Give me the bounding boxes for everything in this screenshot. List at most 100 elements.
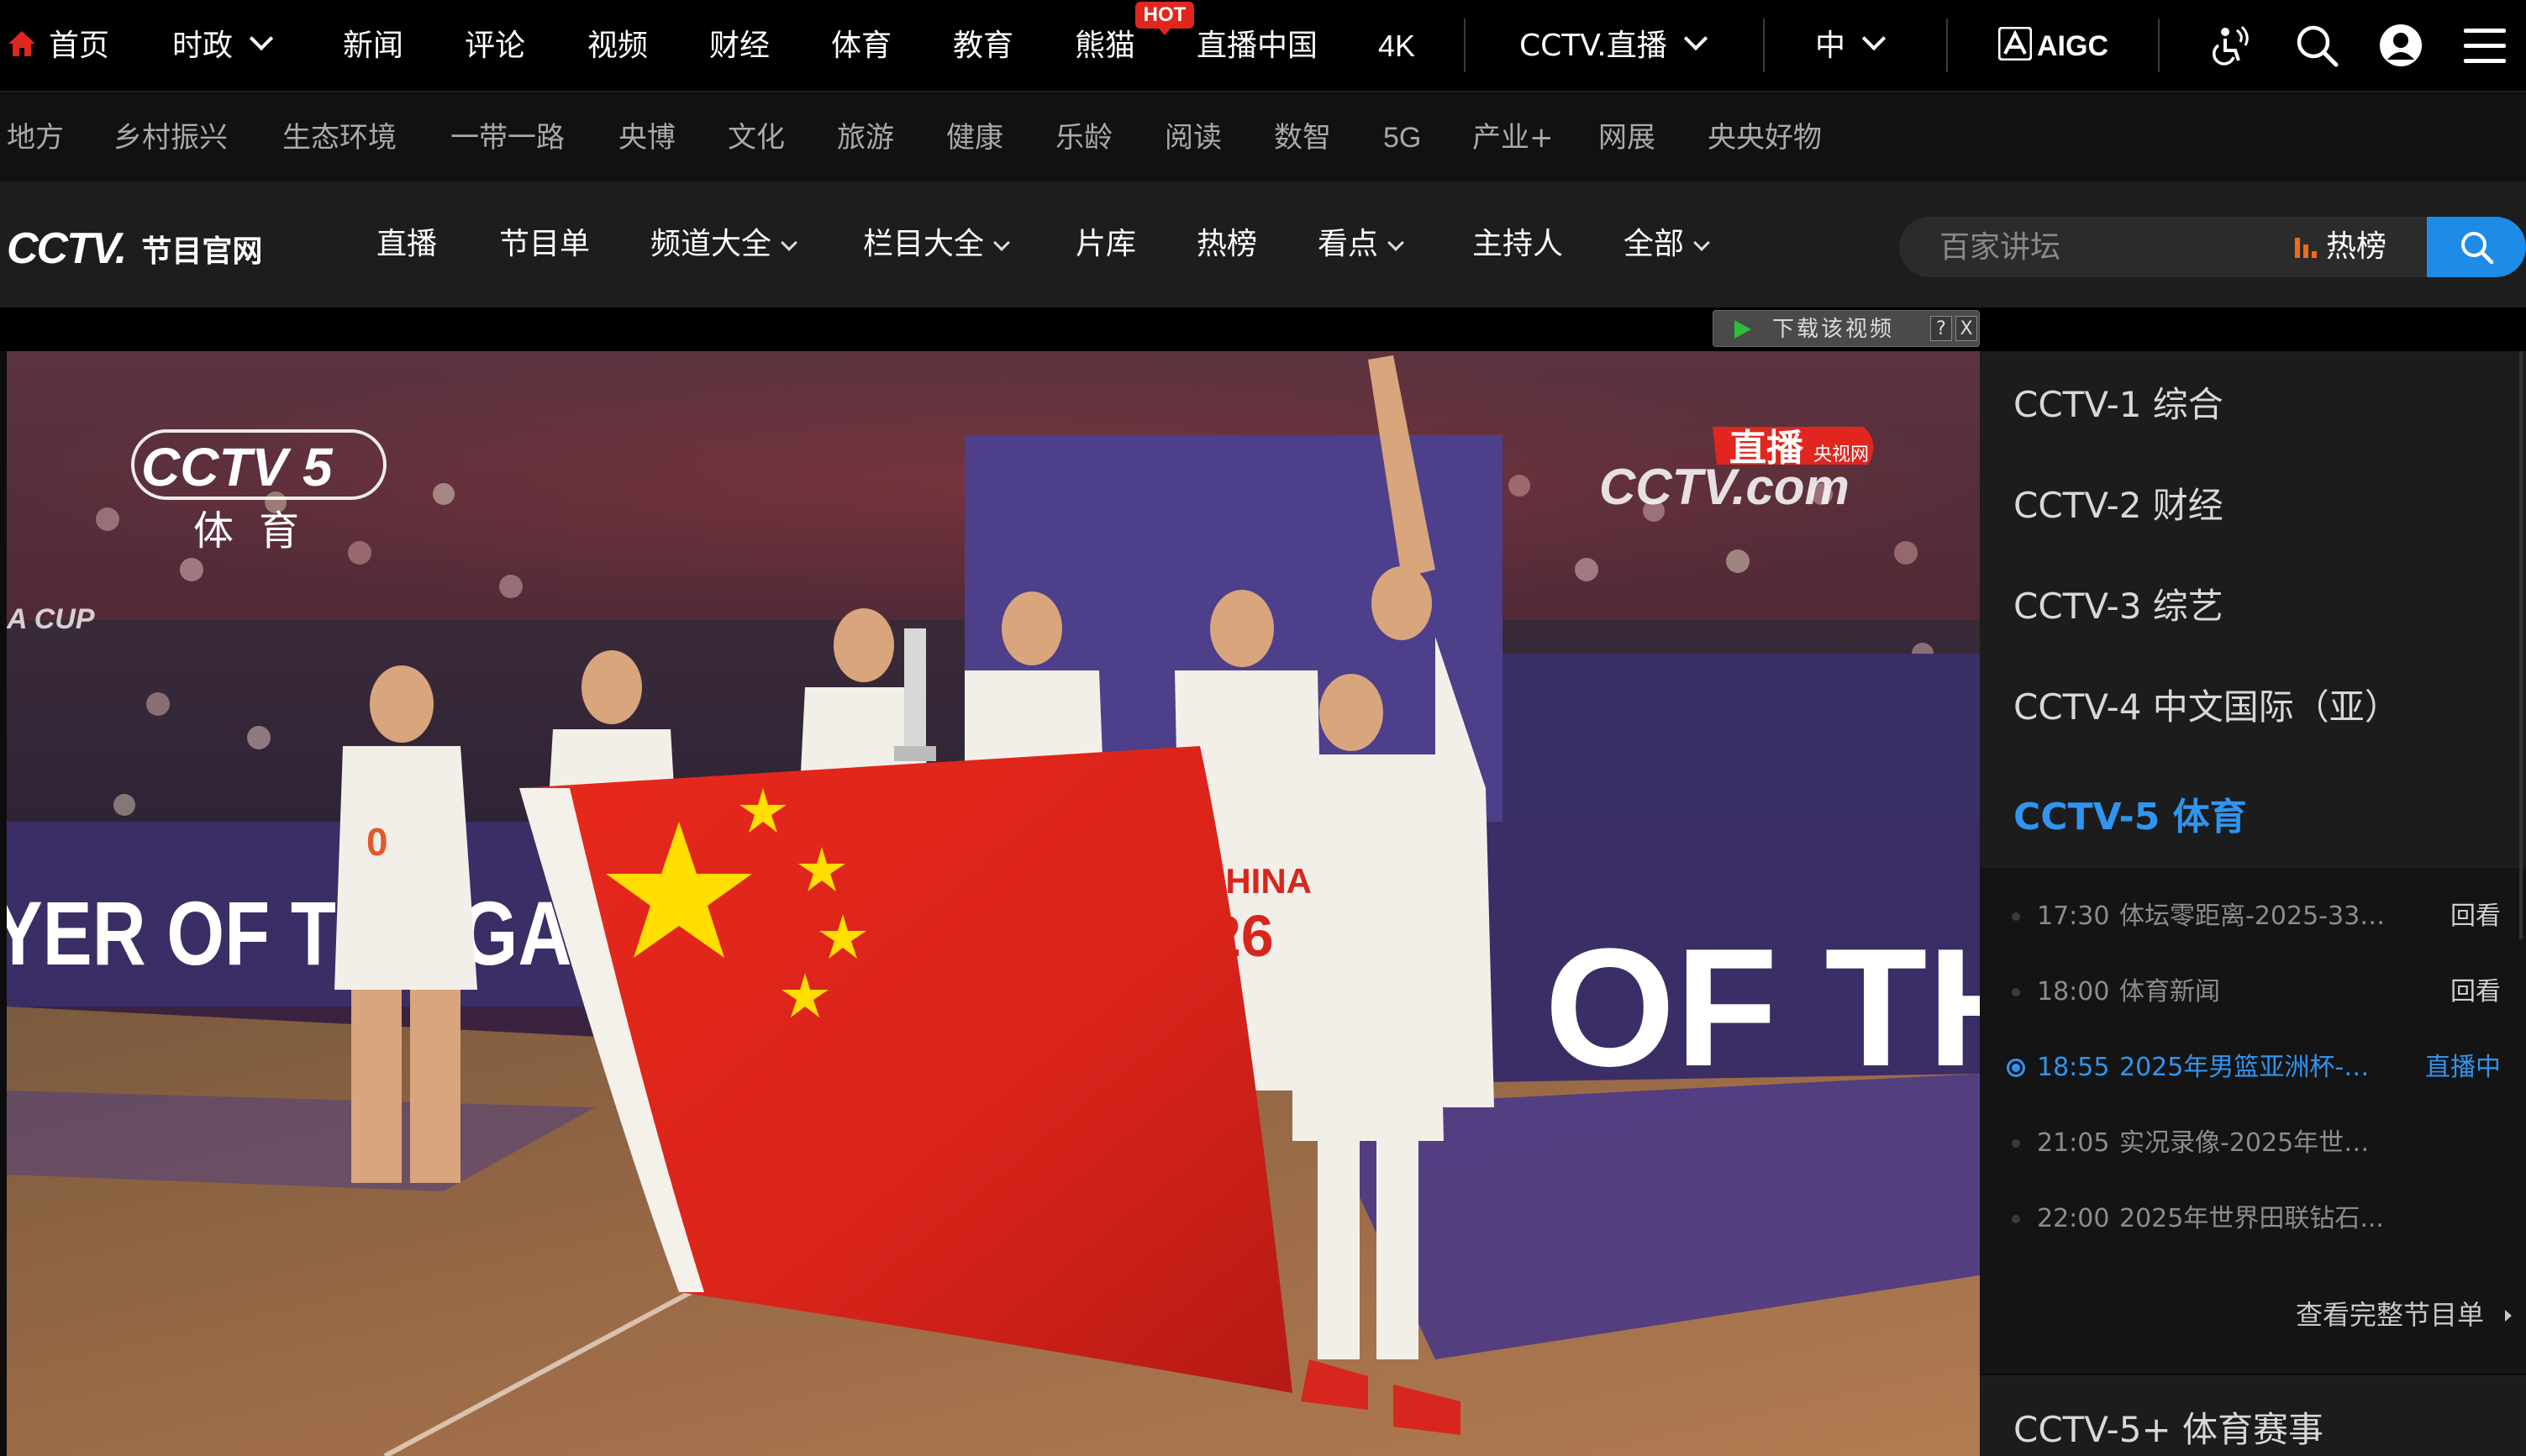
channel-item[interactable]: CCTV-5+ 体育赛事 (2013, 1401, 2323, 1453)
chevron-down-icon (1387, 234, 1404, 251)
subnav-item[interactable]: 乐龄 (1055, 94, 1113, 181)
channel-item[interactable]: CCTV-1 综合 (2013, 376, 2223, 428)
program-row-live[interactable]: 18:55 2025年男篮亚洲杯-半... 直播中 (1980, 1043, 2526, 1093)
nav-divider (1464, 18, 1466, 72)
nav-sports[interactable]: 体育 (831, 0, 892, 92)
replay-button[interactable]: 回看 (2450, 891, 2501, 942)
subnav-item[interactable]: 健康 (946, 94, 1003, 181)
program-row[interactable]: 18:00 体育新闻 回看 (1980, 967, 2526, 1017)
program-time: 21:05 (2037, 1128, 2110, 1158)
channel-list-panel: CCTV-1 综合 CCTV-2 财经 CCTV-3 综艺 CCTV-4 中文国… (1980, 351, 2526, 1456)
subnav-item[interactable]: 央央好物 (1708, 94, 1822, 181)
subnav-item[interactable]: 旅游 (837, 94, 894, 181)
nav-4k[interactable]: 4K (1378, 0, 1415, 92)
play-icon (1734, 320, 1751, 339)
nav-politics-label: 时政 (172, 29, 234, 63)
subnav-item[interactable]: 地方 (7, 94, 64, 181)
svg-text:CCTV 5: CCTV 5 (141, 437, 334, 497)
accessibility-icon[interactable] (2208, 24, 2252, 67)
chevron-down-icon (993, 234, 1010, 251)
header-nav-highlights-label: 看点 (1318, 227, 1379, 261)
download-close-button[interactable]: X (1955, 316, 1977, 341)
channel-sub-nav: 地方 乡村振兴 生态环境 一带一路 央博 文化 旅游 健康 乐龄 阅读 数智 5… (0, 94, 2526, 181)
subnav-item[interactable]: 生态环境 (282, 94, 397, 181)
nav-video[interactable]: 视频 (587, 0, 648, 92)
subnav-item[interactable]: 网展 (1598, 94, 1655, 181)
subnav-item[interactable]: 5G (1383, 94, 1421, 181)
language-label: 中 (1815, 29, 1846, 63)
subnav-item[interactable]: 一带一路 (450, 94, 565, 181)
language-select[interactable]: 中 (1815, 0, 1887, 92)
download-video-bar[interactable]: 下载该视频 ? X (1713, 310, 1980, 347)
subnav-item[interactable]: 央博 (618, 94, 676, 181)
hot-rank-label: 热榜 (2326, 229, 2387, 264)
program-row[interactable]: 17:30 体坛零距离-2025-33(4K) 回看 (1980, 891, 2526, 942)
player-top-strip (0, 307, 2526, 351)
nav-comment[interactable]: 评论 (465, 0, 525, 92)
subnav-item[interactable]: 文化 (728, 94, 785, 181)
nav-education[interactable]: 教育 (953, 0, 1013, 92)
header-nav-channels-label: 频道大全 (650, 227, 772, 261)
live-status[interactable]: 直播中 (2425, 1043, 2501, 1093)
header-nav-schedule[interactable]: 节目单 (499, 181, 590, 307)
program-time: 17:30 (2037, 901, 2110, 931)
video-player[interactable]: YER OF THE GAM OF TH (7, 351, 1980, 1456)
hot-rank-link[interactable]: 热榜 (2294, 217, 2387, 277)
aigc-link[interactable]: AIGC (1997, 0, 2108, 92)
subnav-item[interactable]: 阅读 (1165, 94, 1222, 181)
header-nav-library[interactable]: 片库 (1076, 181, 1136, 307)
home-icon (8, 31, 35, 56)
full-schedule-link[interactable]: 查看完整节目单 (2296, 1294, 2514, 1332)
search-input[interactable] (1939, 217, 2292, 277)
replay-button[interactable]: 回看 (2450, 967, 2501, 1017)
nav-cctv-live-label: CCTV.直播 (1519, 29, 1667, 63)
nav-divider (2158, 18, 2160, 72)
aigc-icon (1997, 26, 2033, 61)
menu-icon[interactable] (2462, 27, 2508, 66)
channel-item-active[interactable]: CCTV-5 体育 (2013, 786, 2247, 840)
subnav-item[interactable]: 数智 (1274, 94, 1331, 181)
board-text-right: OF TH (1545, 914, 1980, 1101)
bar-chart-icon (2295, 238, 2317, 258)
panel-scrollbar[interactable] (2519, 351, 2523, 939)
user-icon[interactable] (2378, 23, 2423, 68)
search-icon[interactable] (2294, 23, 2339, 68)
timeline-dot (2012, 1139, 2020, 1148)
nav-panda[interactable]: 熊猫 (1075, 0, 1135, 92)
header-nav-hosts[interactable]: 主持人 (1472, 181, 1563, 307)
program-time: 22:00 (2037, 1204, 2110, 1233)
nav-live-china[interactable]: 直播中国 (1197, 0, 1318, 92)
top-nav: 首页 时政 新闻 评论 视频 财经 体育 教育 熊猫 HOT 直播中国 4K C… (0, 0, 2526, 92)
channel-item[interactable]: CCTV-4 中文国际（亚） (2013, 679, 2400, 730)
search-button[interactable] (2427, 217, 2526, 277)
program-row[interactable]: 22:00 2025年世界田联钻石... (1980, 1194, 2526, 1244)
program-name: 体坛零距离-2025-33(4K) (2119, 901, 2388, 931)
nav-cctv-live[interactable]: CCTV.直播 (1519, 0, 1708, 92)
subnav-item[interactable]: 乡村振兴 (113, 94, 228, 181)
nav-divider (1946, 18, 1948, 72)
program-row[interactable]: 21:05 实况录像-2025年世界... (1980, 1118, 2526, 1169)
cctv-logo[interactable]: CCTV. 节目官网 (7, 223, 262, 273)
header-nav-highlights[interactable]: 看点 (1318, 181, 1404, 307)
program-name: 体育新闻 (2119, 977, 2220, 1007)
svg-text:A CUP: A CUP (7, 603, 95, 635)
header-nav-channels[interactable]: 频道大全 (650, 181, 797, 307)
channel-item[interactable]: CCTV-2 财经 (2013, 477, 2223, 528)
nav-home[interactable]: 首页 (7, 0, 109, 92)
download-help-button[interactable]: ? (1930, 316, 1952, 341)
subnav-item[interactable]: 产业+ (1472, 94, 1554, 181)
channel-item[interactable]: CCTV-3 综艺 (2013, 578, 2223, 629)
nav-politics[interactable]: 时政 (172, 0, 274, 92)
nav-divider (1763, 18, 1765, 72)
header-nav-hot[interactable]: 热榜 (1197, 181, 1257, 307)
aigc-label: AIGC (2037, 30, 2108, 62)
svg-text:CCTV.com: CCTV.com (1599, 459, 1850, 515)
nav-news[interactable]: 新闻 (343, 0, 403, 92)
chevron-down-icon (781, 234, 797, 251)
header-nav-all[interactable]: 全部 (1623, 181, 1710, 307)
search-icon (2461, 232, 2494, 265)
timeline-dot (2012, 988, 2020, 996)
header-nav-live[interactable]: 直播 (376, 181, 437, 307)
header-nav-columns[interactable]: 栏目大全 (863, 181, 1010, 307)
nav-finance[interactable]: 财经 (709, 0, 770, 92)
